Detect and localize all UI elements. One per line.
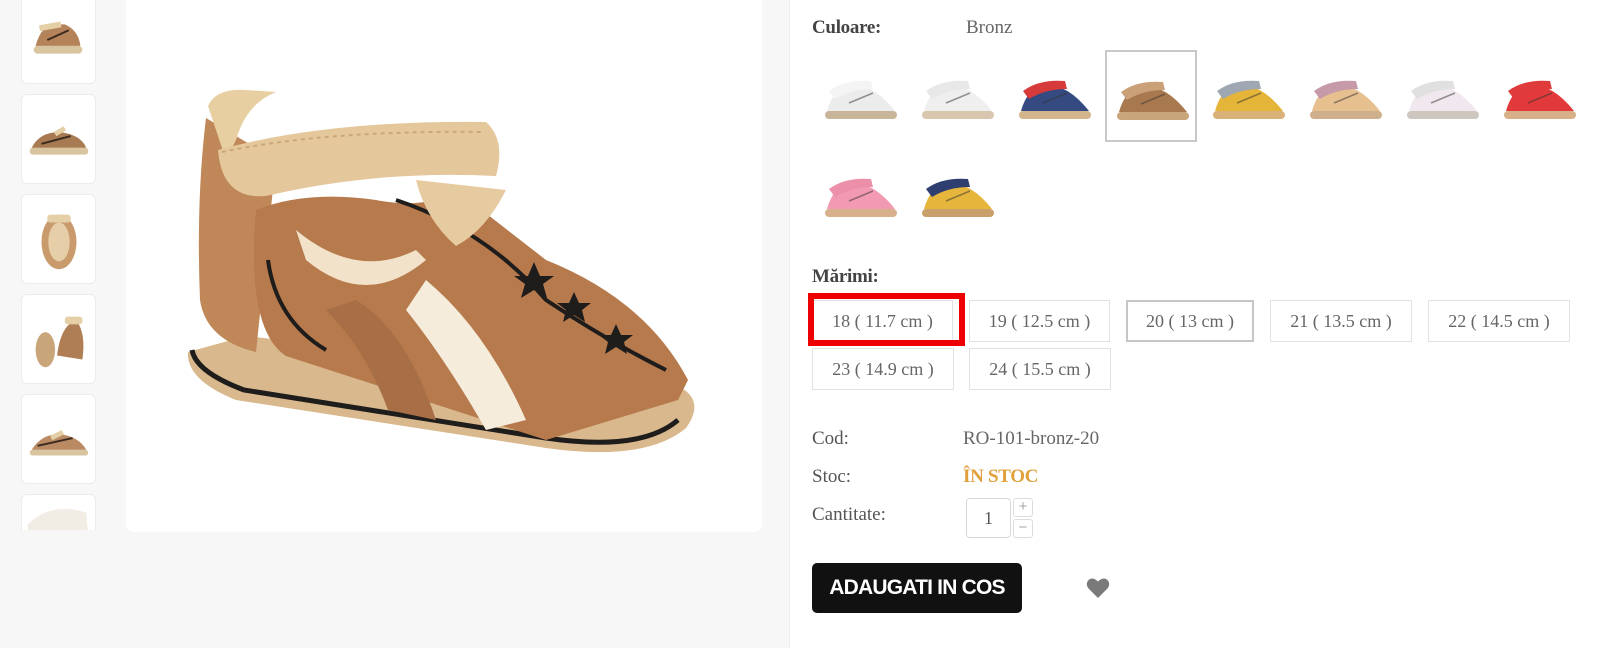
- size-option-21[interactable]: 21 ( 13.5 cm ): [1270, 300, 1412, 342]
- quantity-increase-button[interactable]: +: [1013, 498, 1033, 517]
- thumbnail-6[interactable]: [21, 494, 96, 530]
- quantity-decrease-button[interactable]: −: [1013, 519, 1033, 538]
- stock-status: ÎN STOC: [963, 466, 1039, 487]
- color-swatch-9[interactable]: [814, 148, 906, 240]
- thumbnail-strip: [21, 0, 96, 530]
- swatch-shoe-image: [1407, 80, 1479, 119]
- code-value: RO-101-bronz-20: [963, 428, 1100, 449]
- color-swatch-6[interactable]: [1299, 50, 1391, 142]
- main-product-image[interactable]: [126, 0, 762, 532]
- code-label: Cod:: [812, 428, 849, 449]
- thumbnail-4[interactable]: [21, 294, 96, 384]
- thumbnail-3[interactable]: [21, 194, 96, 284]
- quantity-label: Cantitate:: [812, 504, 886, 525]
- swatch-shoe-image: [922, 80, 994, 119]
- swatch-shoe-image: [825, 178, 897, 217]
- size-option-24[interactable]: 24 ( 15.5 cm ): [969, 348, 1111, 390]
- size-option-20[interactable]: 20 ( 13 cm ): [1126, 300, 1254, 342]
- stock-label: Stoc:: [812, 466, 852, 487]
- color-swatch-3[interactable]: [1008, 50, 1100, 142]
- swatch-shoe-image: [1310, 80, 1382, 119]
- size-option-23[interactable]: 23 ( 14.9 cm ): [812, 348, 954, 390]
- sizes-label: Mărimi:: [812, 266, 879, 287]
- add-to-cart-button[interactable]: ADAUGATI IN COS: [812, 563, 1022, 613]
- swatch-shoe-image: [1117, 81, 1189, 120]
- size-option-19[interactable]: 19 ( 12.5 cm ): [969, 300, 1110, 342]
- color-swatch-5[interactable]: [1202, 50, 1294, 142]
- thumbnail-5[interactable]: [21, 394, 96, 484]
- swatch-shoe-image: [1019, 80, 1091, 119]
- heart-icon: [1086, 578, 1110, 598]
- color-swatch-2[interactable]: [911, 50, 1003, 142]
- thumbnail-1[interactable]: [21, 0, 96, 84]
- product-gallery: [0, 0, 790, 648]
- color-swatch-1[interactable]: [814, 50, 906, 142]
- color-swatch-4[interactable]: [1105, 50, 1197, 142]
- color-label: Culoare:: [812, 17, 882, 38]
- quantity-input[interactable]: [966, 498, 1011, 538]
- swatch-shoe-image: [1213, 80, 1285, 119]
- wishlist-button[interactable]: [1086, 577, 1110, 599]
- size-option-22[interactable]: 22 ( 14.5 cm ): [1428, 300, 1570, 342]
- color-swatch-7[interactable]: [1396, 50, 1488, 142]
- color-value: Bronz: [966, 17, 1013, 38]
- color-swatch-10[interactable]: [911, 148, 1003, 240]
- swatch-shoe-image: [922, 178, 994, 217]
- swatch-shoe-image: [825, 80, 897, 119]
- swatch-shoe-image: [1504, 80, 1576, 119]
- thumbnail-2[interactable]: [21, 94, 96, 184]
- size-option-18[interactable]: 18 ( 11.7 cm ): [812, 300, 953, 342]
- color-swatch-8[interactable]: [1493, 50, 1585, 142]
